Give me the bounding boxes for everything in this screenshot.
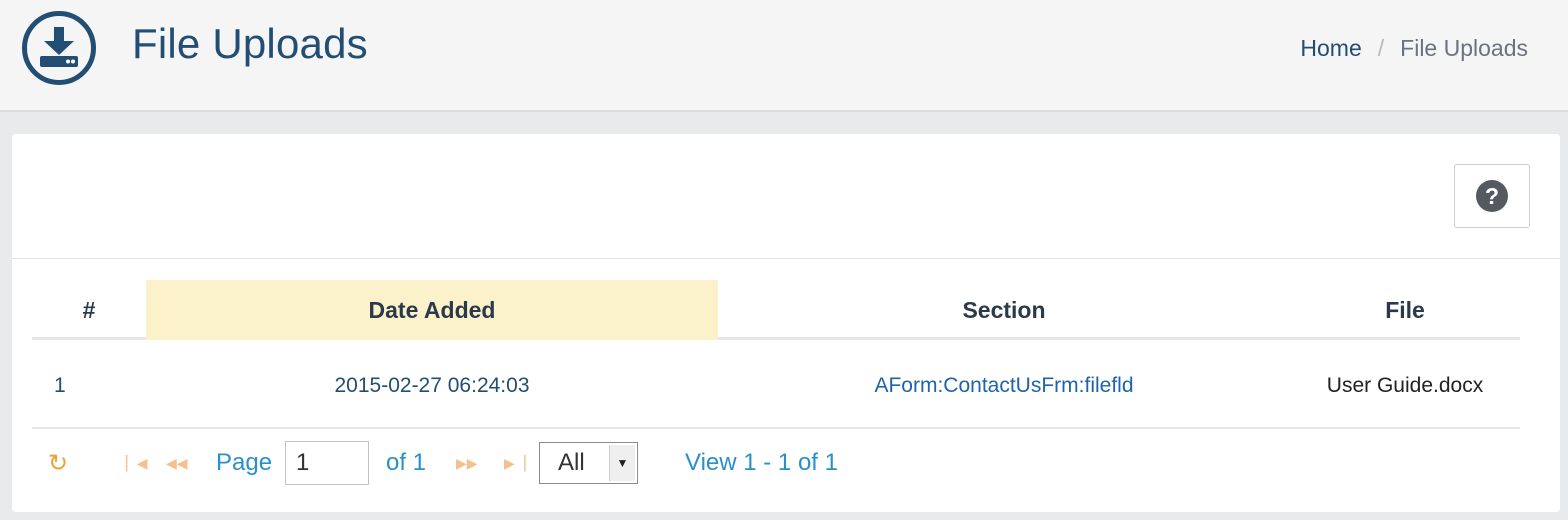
panel-toolbar: ?: [12, 134, 1560, 259]
question-icon: ?: [1476, 180, 1508, 212]
refresh-icon[interactable]: ↻: [48, 432, 68, 494]
breadcrumb-separator: /: [1377, 35, 1385, 61]
rows-per-page-value: All: [558, 449, 585, 476]
column-header-number[interactable]: #: [32, 280, 146, 340]
cell-file: User Guide.docx: [1326, 374, 1484, 397]
prev-page-icon[interactable]: ◀◀: [166, 432, 188, 494]
page-title: File Uploads: [132, 20, 368, 67]
last-page-icon[interactable]: ▶▕: [504, 432, 526, 494]
breadcrumb-home-link[interactable]: Home: [1300, 35, 1361, 62]
column-header-date-added[interactable]: Date Added: [146, 280, 718, 340]
next-page-icon[interactable]: ▶▶: [456, 432, 478, 494]
page-number-input[interactable]: [285, 441, 369, 485]
dropdown-arrow-icon: ▼: [609, 445, 635, 481]
page-count-label: of 1: [386, 449, 427, 476]
cell-section: AForm:ContactUsFrm:filefld: [874, 374, 1134, 397]
table-row[interactable]: 1 2015-02-27 06:24:03 AForm:ContactUsFrm…: [32, 343, 1520, 429]
column-header-file[interactable]: File: [1290, 280, 1520, 340]
help-button[interactable]: ?: [1454, 164, 1530, 228]
view-records-text: View 1 - 1 of 1: [685, 449, 838, 476]
cell-date-added: 2015-02-27 06:24:03: [334, 374, 530, 397]
rows-per-page-select[interactable]: All ▼: [539, 442, 638, 484]
pager: ↻ ▏◀ ◀◀ Page of 1 ▶▶ ▶▕ All ▼ View 1 - 1…: [32, 432, 1520, 494]
breadcrumb: Home / File Uploads: [1300, 35, 1528, 62]
download-icon: [22, 11, 96, 85]
breadcrumb-current: File Uploads: [1400, 35, 1528, 61]
content-panel: ? # Date Added Section File 1 2015-02-27…: [12, 134, 1560, 512]
page-header: File Uploads Home / File Uploads: [0, 0, 1568, 112]
first-page-icon[interactable]: ▏◀: [126, 432, 148, 494]
row-number: 1: [54, 374, 66, 397]
column-header-section[interactable]: Section: [718, 280, 1290, 340]
table-header: # Date Added Section File: [32, 280, 1520, 340]
page-label: Page: [216, 449, 273, 476]
